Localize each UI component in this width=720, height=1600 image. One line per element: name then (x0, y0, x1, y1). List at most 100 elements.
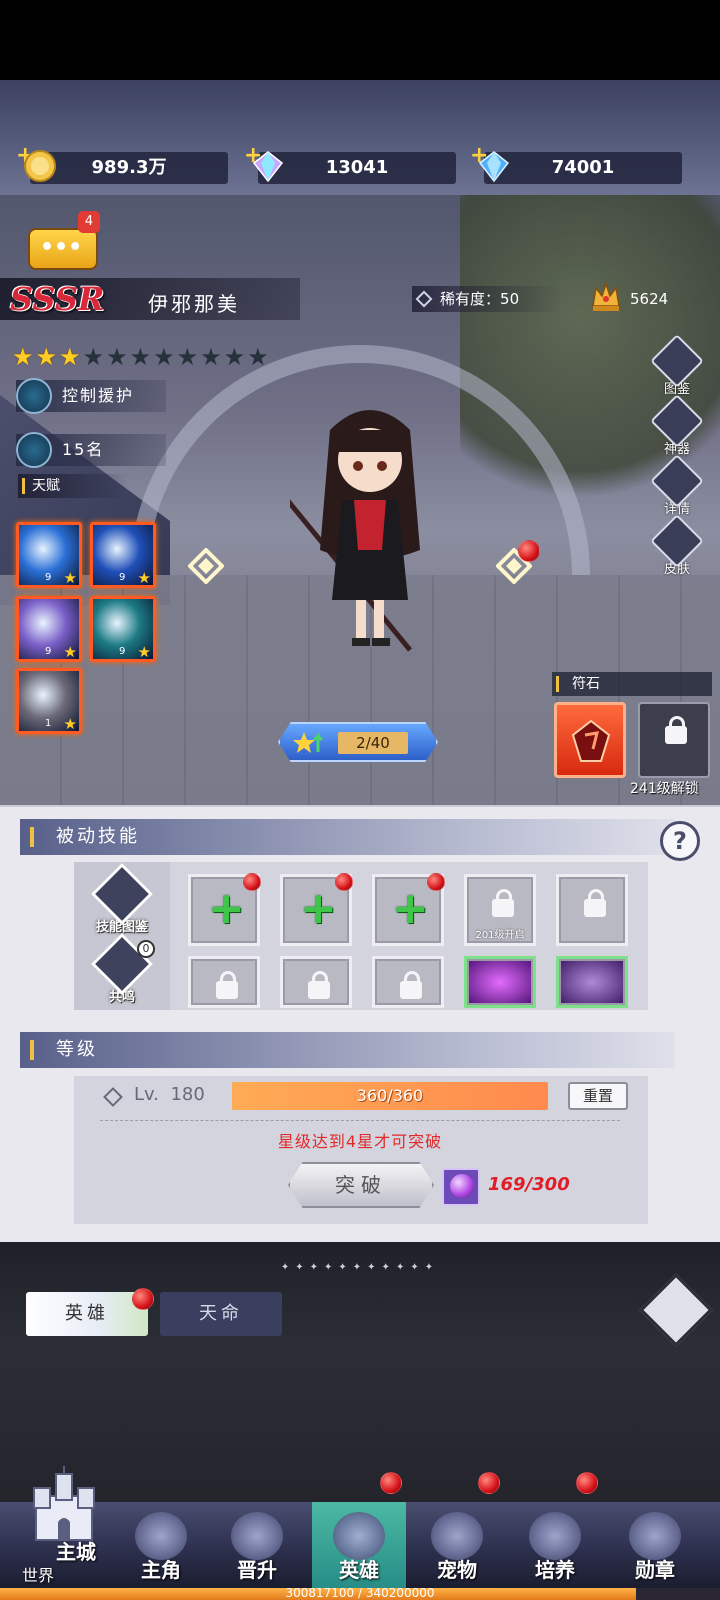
hero-exp-bar[interactable]: 2/40 (278, 722, 438, 762)
pet-icon (431, 1512, 483, 1560)
player-exp-text: 300817100 / 340200000 (285, 1586, 435, 1600)
hero-power: 5624 (590, 281, 700, 312)
talent-skill-1[interactable]: 9 ★ (16, 522, 82, 588)
lock-icon (400, 971, 422, 999)
passive-slot-locked[interactable] (372, 956, 444, 1008)
power-value: 5624 (630, 290, 669, 308)
notification-dot (132, 1288, 154, 1310)
blue-diamond-icon (478, 151, 510, 183)
main-city-button[interactable]: 主城 世界 (6, 1466, 114, 1586)
star-empty-icon: ★ (153, 343, 175, 371)
hero-stars: ★ ★ ★ ★ ★ ★ ★ ★ ★ ★ ★ (12, 345, 269, 369)
diamond-counter[interactable]: + 74001 (470, 143, 682, 184)
crown-icon (592, 281, 620, 311)
talent-skill-2[interactable]: 9 ★ (90, 522, 156, 588)
rune-slot-2[interactable] (638, 702, 710, 778)
lock-icon (216, 971, 238, 999)
nav-protagonist[interactable]: 主角 (114, 1502, 208, 1588)
world-label: 世界 (22, 1566, 55, 1585)
skill-codex-button[interactable]: 技能图鉴 (90, 862, 154, 935)
rarity-score: 稀有度：50 (412, 286, 562, 312)
passive-slot-add[interactable]: + (372, 873, 445, 946)
side-button-artifact[interactable]: 神器 (650, 394, 704, 458)
level-progress-bar: 360/360 (232, 1082, 548, 1110)
skill-level: 1 (45, 718, 52, 729)
chat-button[interactable]: ••• (28, 228, 98, 270)
gold-counter[interactable]: + 989.3万 (16, 143, 228, 184)
star-empty-icon: ★ (223, 343, 246, 371)
chat-icon: ••• (40, 235, 83, 260)
passive-slot-locked[interactable] (556, 874, 628, 946)
notification-dot (335, 873, 353, 891)
lower-background (0, 1242, 720, 1502)
star-icon: ★ (63, 643, 77, 661)
lock-icon (665, 716, 687, 744)
purple-orb-icon (442, 1168, 480, 1206)
level-label: Lv. 180 (134, 1084, 205, 1105)
side-button-handbook[interactable]: 图鉴 (650, 334, 704, 398)
promotion-icon (231, 1512, 283, 1560)
lock-icon (584, 889, 606, 917)
side-button-skin[interactable]: 皮肤 (650, 514, 704, 578)
role-shield-icon (16, 378, 52, 414)
passive-slot-add[interactable]: + (188, 873, 261, 946)
passive-slot-locked[interactable] (280, 956, 352, 1008)
skill-level: 9 (45, 646, 52, 657)
hero-rank[interactable]: 15名 (16, 432, 166, 468)
resonance-badge: 0 (137, 940, 155, 958)
crystal-counter[interactable]: + 13041 (244, 143, 456, 184)
plus-icon: + (208, 883, 245, 934)
nav-medal[interactable]: 勋章 (608, 1502, 702, 1588)
notification-dot (243, 873, 261, 891)
nav-pet[interactable]: 宠物 (410, 1502, 504, 1588)
divider (100, 1120, 620, 1121)
star-icon: ★ (63, 569, 77, 587)
orb-count: 169/300 (488, 1174, 570, 1195)
role-label: 控制援护 (62, 386, 135, 405)
star-empty-icon: ★ (82, 343, 105, 371)
rune-stone-icon (571, 719, 611, 762)
star-filled-icon: ★ (35, 343, 58, 371)
star-empty-icon: ★ (176, 343, 199, 371)
rune-label: 符石 (552, 672, 712, 696)
help-button[interactable]: ? (660, 821, 700, 861)
notification-dot (576, 1472, 598, 1494)
breakthrough-button[interactable]: 突破 (288, 1162, 434, 1208)
star-empty-icon: ★ (200, 343, 222, 371)
level-prefix: Lv. (134, 1084, 160, 1105)
lock-icon (492, 889, 514, 917)
rune-slot-1[interactable] (554, 702, 626, 778)
prev-hero-icon[interactable] (188, 548, 224, 584)
tab-hero[interactable]: 英雄 (26, 1292, 148, 1336)
passive-slot-locked[interactable]: 201级开启 (464, 874, 536, 946)
nav-promotion[interactable]: 晋升 (210, 1502, 304, 1588)
notification-dot (478, 1472, 500, 1494)
talent-skill-3[interactable]: 9 ★ (16, 596, 82, 662)
notification-dot (427, 873, 445, 891)
diamond-value: 74001 (551, 157, 615, 178)
chat-badge: 4 (78, 211, 100, 233)
plus-icon: + (392, 883, 429, 934)
rarity-value: 50 (500, 290, 520, 308)
skill-level: 9 (45, 572, 52, 583)
tab-fate[interactable]: 天命 (160, 1292, 282, 1336)
star-filled-icon: ★ (59, 343, 81, 371)
passive-slot-add[interactable]: + (280, 873, 353, 946)
skill-level: 9 (119, 646, 126, 657)
passive-skill-shadow[interactable] (556, 956, 628, 1008)
level-value: 180 (170, 1084, 205, 1105)
passive-slot-locked[interactable] (188, 956, 260, 1008)
side-button-details[interactable]: 详情 (650, 454, 704, 518)
talent-skill-5[interactable]: 1 ★ (16, 668, 82, 734)
main-city-label: 主城 (56, 1540, 96, 1564)
rank-label: 15名 (62, 440, 105, 459)
passive-skill-dark-orb[interactable] (464, 956, 536, 1008)
hero-character[interactable] (290, 400, 450, 660)
reset-button[interactable]: 重置 (568, 1082, 628, 1110)
passive-skill-header: 被动技能 (20, 819, 675, 855)
nav-cultivate[interactable]: 培养 (508, 1502, 602, 1588)
star-icon: ★ (63, 715, 77, 733)
rarity-diamond-icon (415, 290, 433, 308)
nav-hero[interactable]: 英雄 (312, 1502, 406, 1588)
talent-skill-4[interactable]: 9 ★ (90, 596, 156, 662)
